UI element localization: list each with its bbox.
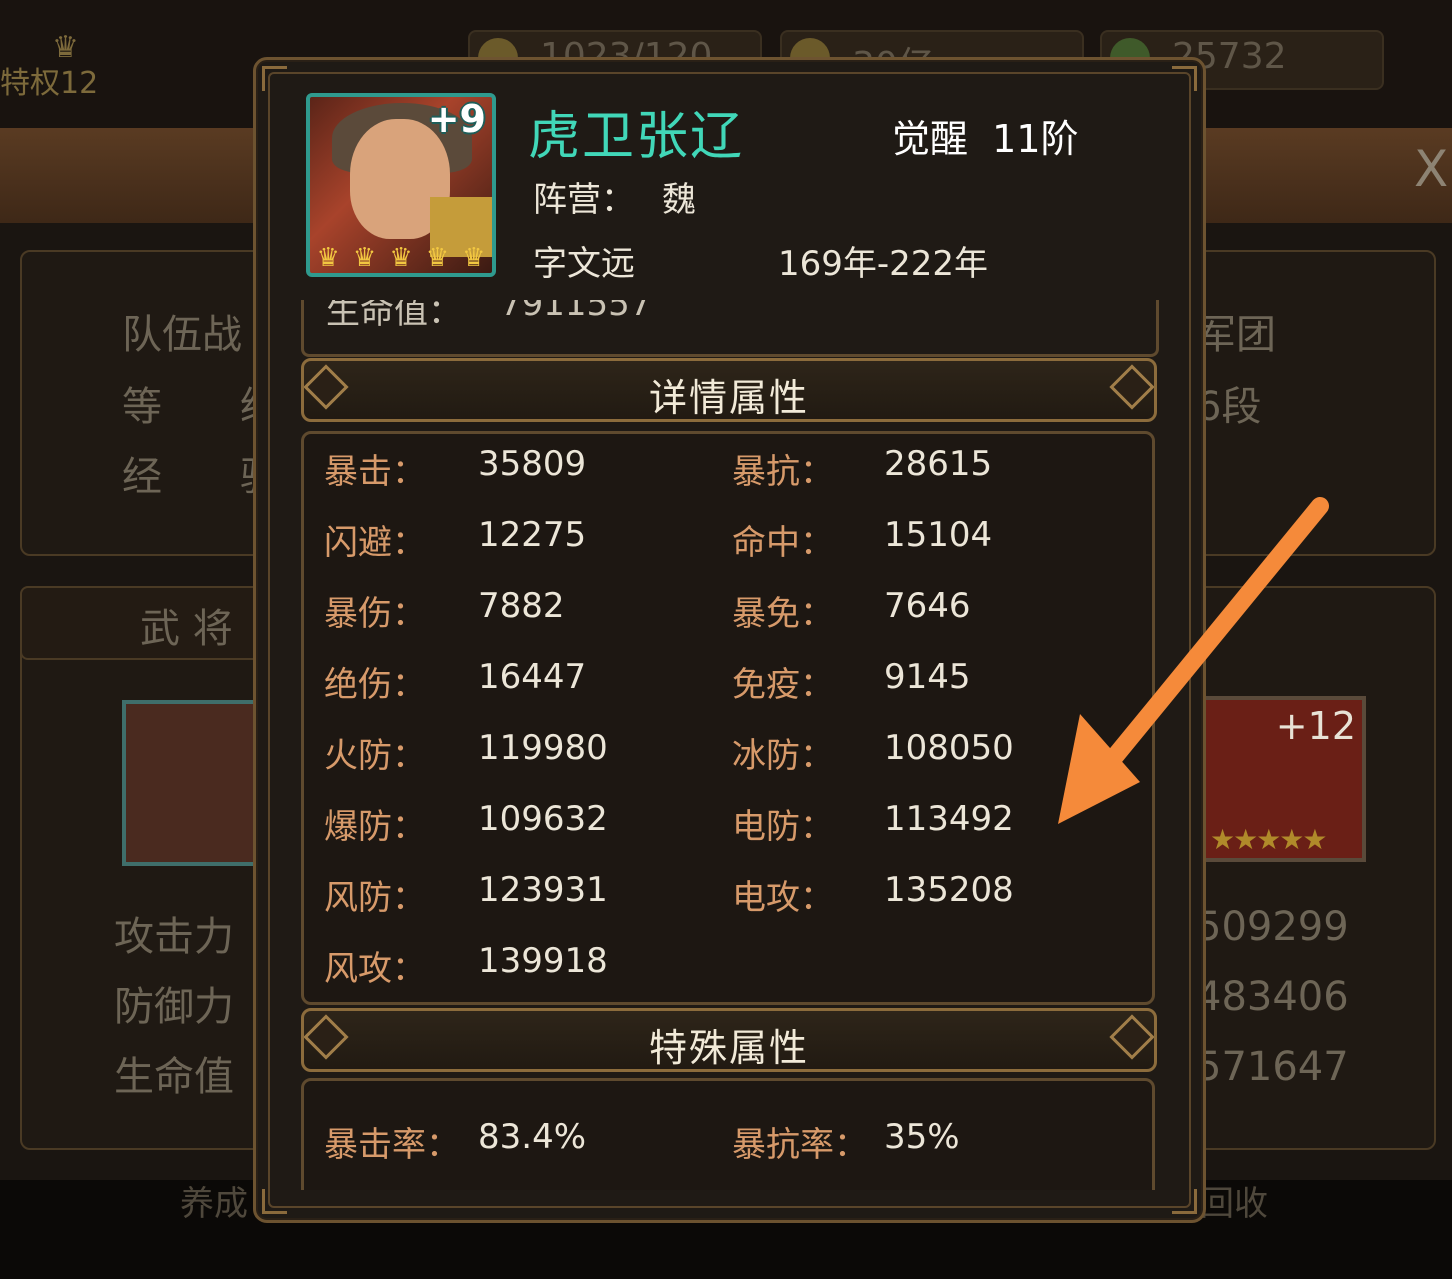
hp-label: 生命值 — [114, 1054, 234, 1100]
hero-name: 虎卫张辽 — [528, 107, 745, 167]
hero-awaken-level: 觉醒 11阶 — [892, 117, 1079, 161]
defense-value: 483406 — [1196, 974, 1349, 1020]
stat-value: 28615 — [884, 444, 993, 484]
stat-value: 123931 — [478, 870, 608, 910]
stat-value: 7882 — [478, 586, 565, 626]
stat-value: 7646 — [884, 586, 971, 626]
stats-scroll-area[interactable]: 生命值： 7911557 详情属性 暴击： 35809 暴抗： 28615 闪避： 122… — [283, 300, 1167, 1190]
stat-value: 113492 — [884, 799, 1014, 839]
general-header-label: 武 将 — [140, 606, 233, 652]
stat-label: 暴抗： — [732, 452, 834, 492]
attack-value: 509299 — [1196, 904, 1349, 950]
frame-corner — [262, 1189, 287, 1214]
stat-label: 电攻： — [732, 878, 834, 918]
general-card-left[interactable] — [122, 700, 260, 866]
stat-value: 139918 — [478, 941, 608, 981]
frame-corner — [262, 66, 287, 91]
basic-stats-box-partial: 生命值： 7911557 — [301, 300, 1159, 357]
crown-icon: ♛ — [389, 243, 413, 273]
stat-label: 闪避： — [324, 523, 426, 563]
defense-label: 防御力 — [114, 984, 234, 1030]
cultivate-button[interactable]: 养成 — [180, 1176, 248, 1225]
vip-label: 特权12 — [0, 66, 99, 101]
stat-value: 9145 — [884, 657, 971, 697]
faction-value: 魏 — [662, 180, 696, 220]
close-icon[interactable]: X — [1414, 140, 1448, 198]
stat-label: 暴抗率： — [732, 1125, 868, 1165]
stat-label: 风防： — [324, 878, 426, 918]
stat-value: 15104 — [884, 515, 993, 555]
stat-value: 119980 — [478, 728, 608, 768]
courtesy-name: 字文远 — [533, 244, 635, 284]
stat-value: 135208 — [884, 870, 1014, 910]
stat-label: 暴击率： — [324, 1125, 460, 1165]
stat-label: 免疫： — [732, 665, 834, 705]
stat-value: 83.4% — [478, 1117, 587, 1157]
stat-label: 风攻： — [324, 949, 426, 989]
stat-label: 电防： — [732, 807, 834, 847]
stat-value: 108050 — [884, 728, 1014, 768]
stat-label: 暴伤： — [324, 594, 426, 634]
right-card-plus: +12 — [1275, 704, 1356, 748]
detail-stats-title: 详情属性 — [648, 376, 809, 420]
frame-corner — [1172, 1189, 1197, 1214]
stat-label: 绝伤： — [324, 665, 426, 705]
stat-label: 爆防： — [324, 807, 426, 847]
stat-value: 12275 — [478, 515, 587, 555]
equipment-card-right[interactable]: +12 ★★★★★ — [1202, 696, 1366, 862]
faction-label: 阵营： — [533, 180, 635, 220]
frame-corner — [1172, 66, 1197, 91]
hero-plus-level: +9 — [427, 97, 486, 141]
hero-portrait: +9 ♛ ♛ ♛ ♛ ♛ — [306, 93, 496, 277]
special-stats-header: 特殊属性 — [301, 1008, 1157, 1072]
crown-icon: ♛ — [462, 243, 486, 273]
detail-stats-box: 暴击： 35809 暴抗： 28615 闪避： 12275 命中： 15104 暴伤： 7882 暴… — [301, 431, 1155, 1005]
attack-label: 攻击力 — [114, 914, 234, 960]
partial-hp-label: 生命值： — [326, 300, 462, 332]
stat-label: 冰防： — [732, 736, 834, 776]
recycle-button[interactable]: 回收 — [1200, 1176, 1268, 1225]
crown-icon: ♛ — [316, 243, 340, 273]
stat-value: 35809 — [478, 444, 587, 484]
special-stats-title: 特殊属性 — [648, 1026, 809, 1070]
stat-label: 暴免： — [732, 594, 834, 634]
team-power-label: 队伍战 — [122, 312, 242, 358]
life-years: 169年-222年 — [778, 244, 989, 284]
stat-value: 35% — [884, 1117, 960, 1157]
crown-icon: ♛ — [425, 243, 450, 273]
hero-crowns: ♛ ♛ ♛ ♛ ♛ — [310, 243, 492, 273]
star-icon: ★★★★★ — [1210, 823, 1328, 856]
stat-value: 109632 — [478, 799, 608, 839]
legion-label: 军团 — [1196, 312, 1276, 358]
stat-label: 暴击： — [324, 452, 426, 492]
crown-icon: ♛ — [352, 243, 377, 273]
hp-value: 571647 — [1196, 1044, 1349, 1090]
exp-label: 经 — [122, 454, 162, 500]
detail-stats-header: 详情属性 — [301, 358, 1157, 422]
stat-value: 16447 — [478, 657, 587, 697]
stat-label: 火防： — [324, 736, 426, 776]
level-label: 等 — [122, 384, 162, 430]
stat-label: 命中： — [732, 523, 834, 563]
partial-hp-value: 7911557 — [500, 300, 652, 324]
special-stats-box: 暴击率： 83.4% 暴抗率： 35% — [301, 1078, 1155, 1190]
